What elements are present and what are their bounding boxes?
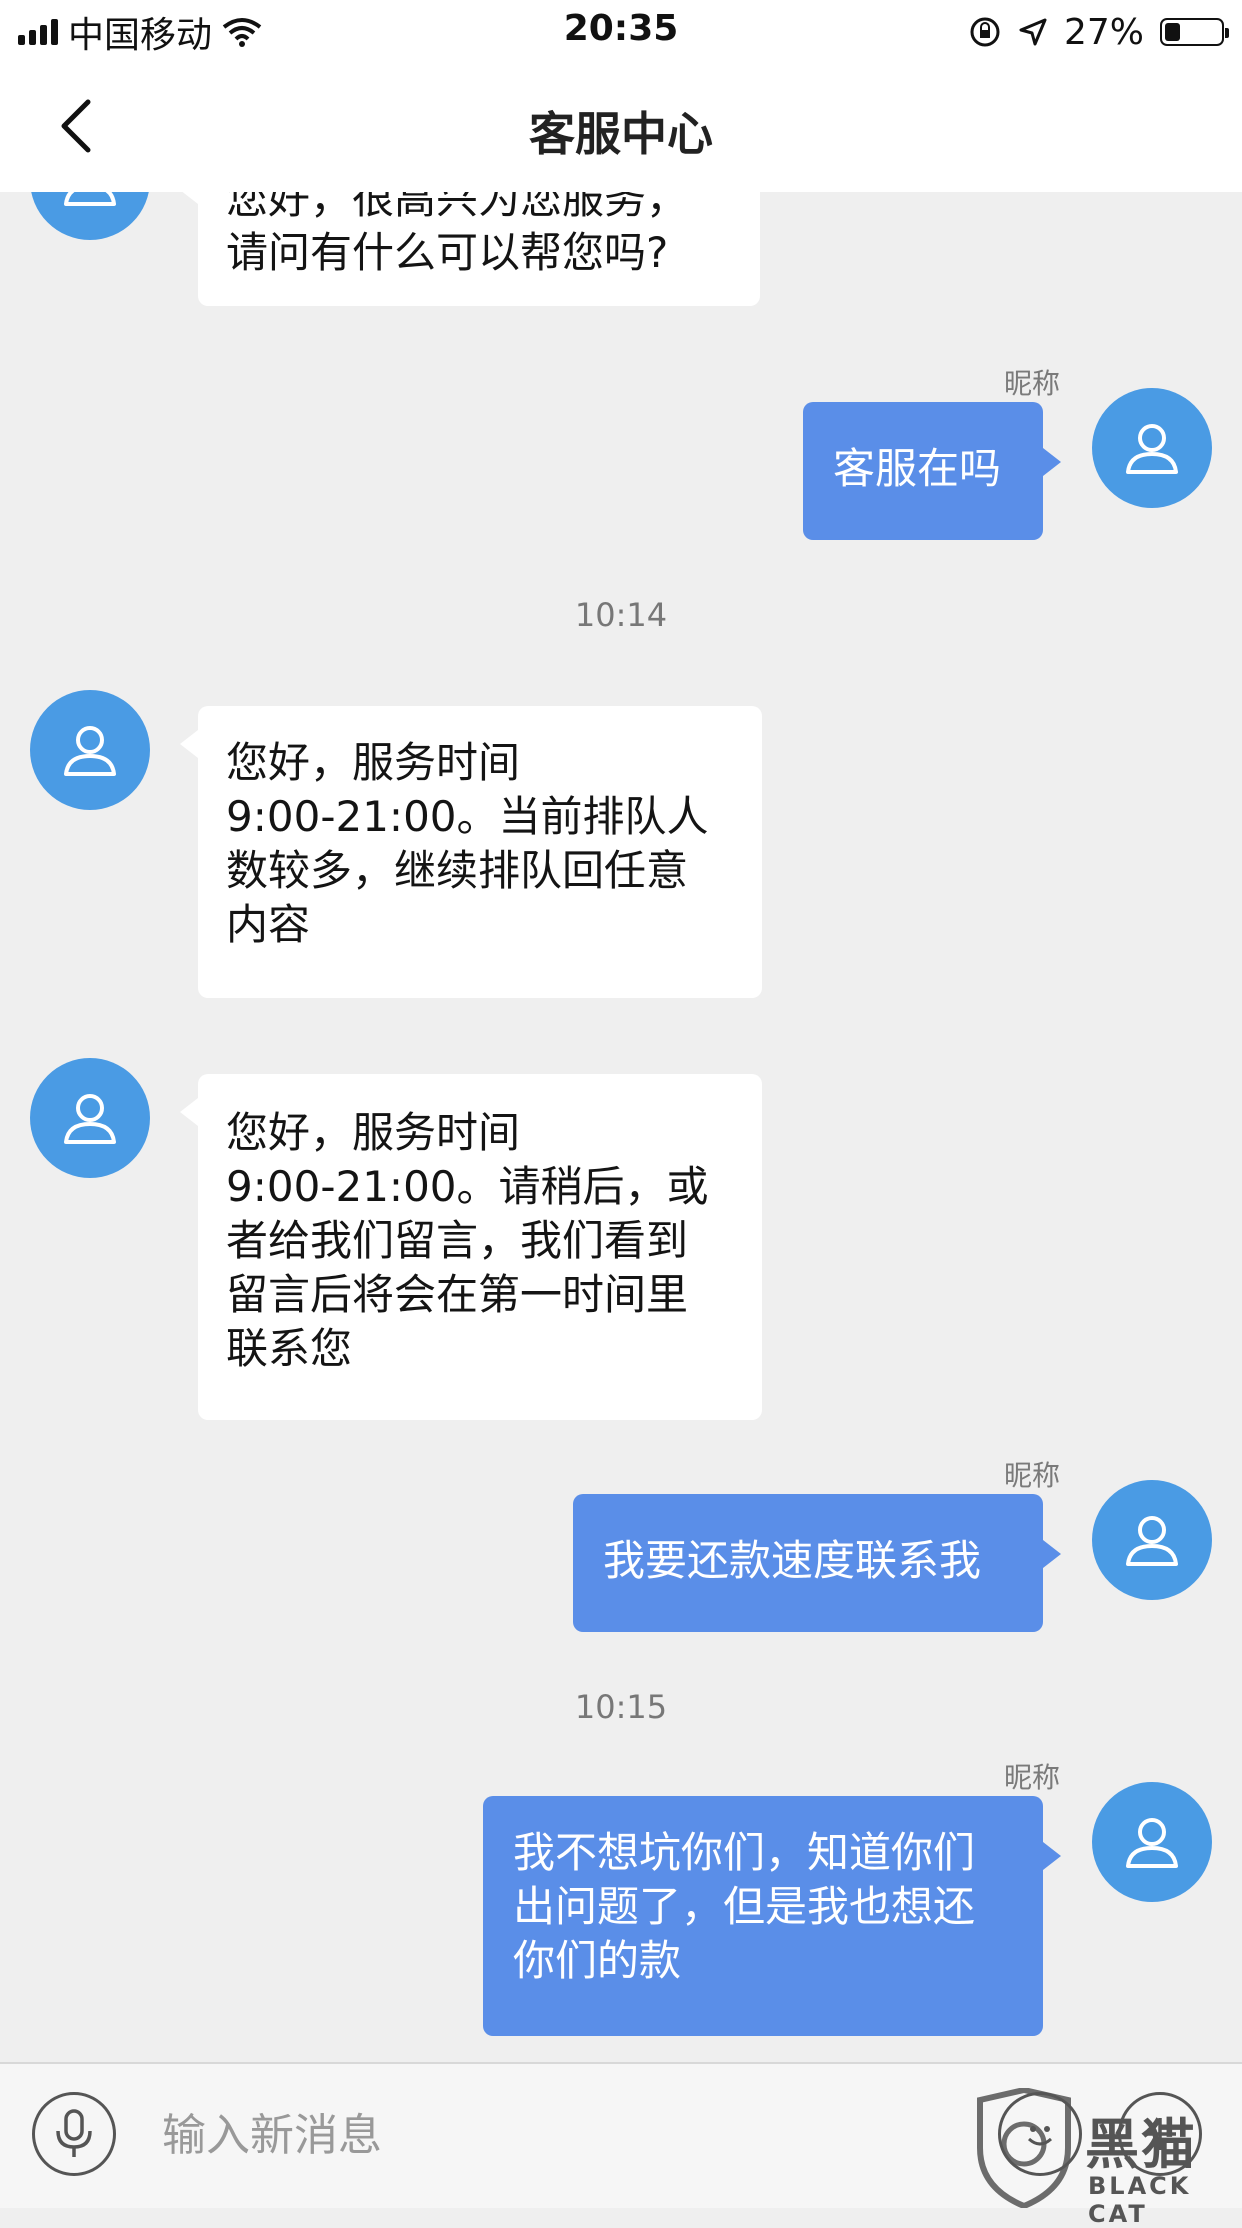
sender-nickname: 昵称	[1003, 1459, 1060, 1492]
message-text: 您好，服务时间 9:00-21:00。请稍后，或 者给我们留言，我们看到 留言后…	[226, 1108, 709, 1373]
message-bubble-outgoing[interactable]: 我要还款速度联系我	[573, 1494, 1061, 1632]
user-avatar[interactable]	[1092, 388, 1212, 508]
timestamp: 10:14	[574, 596, 668, 634]
message-bubble-incoming[interactable]: 您好，服务时间 9:00-21:00。请稍后，或 者给我们留言，我们看到 留言后…	[180, 1074, 762, 1420]
chat-list[interactable]: 您好，很高兴为您服务， 请问有什么可以帮您吗? 昵称 客服在吗 10:14 您好…	[0, 192, 1242, 2062]
location-icon	[1019, 18, 1047, 46]
message-text: 您好，很高兴为您服务， 请问有什么可以帮您吗?	[226, 192, 689, 277]
agent-avatar[interactable]	[30, 690, 150, 810]
sender-nickname: 昵称	[1003, 367, 1060, 400]
user-avatar-icon	[1126, 424, 1178, 474]
timestamp: 10:15	[574, 1688, 668, 1726]
user-avatar-icon	[64, 1094, 116, 1144]
message-bubble-outgoing[interactable]: 我不想坑你们，知道你们 出问题了，但是我也想还 你们的款	[483, 1796, 1061, 2036]
microphone-icon	[56, 2109, 92, 2157]
user-avatar-icon	[64, 726, 116, 776]
agent-avatar[interactable]	[30, 1058, 150, 1178]
orientation-lock-icon	[970, 17, 1000, 47]
page-title: 客服中心	[529, 107, 713, 161]
sender-nickname: 昵称	[1003, 1761, 1060, 1794]
message-bubble-incoming[interactable]: 您好，很高兴为您服务， 请问有什么可以帮您吗?	[180, 192, 760, 306]
user-avatar[interactable]	[1092, 1782, 1212, 1902]
message-bubble-incoming[interactable]: 您好，服务时间 9:00-21:00。当前排队人 数较多，继续排队回任意 内容	[180, 706, 762, 998]
message-bubble-outgoing[interactable]: 客服在吗	[803, 402, 1061, 540]
message-text: 客服在吗	[833, 444, 1002, 493]
voice-button[interactable]	[32, 2092, 116, 2176]
watermark-subtext: BLACK CAT	[1088, 2172, 1192, 2228]
battery-percent: 27%	[1063, 11, 1144, 53]
user-avatar[interactable]	[1092, 1480, 1212, 1600]
status-bar: 中国移动 20:35 27%	[0, 0, 1242, 62]
status-right: 27%	[968, 10, 1229, 54]
message-text: 您好，服务时间 9:00-21:00。当前排队人 数较多，继续排队回任意 内容	[226, 738, 709, 949]
watermark-text: 黑猫	[1085, 2113, 1197, 2176]
user-avatar-icon	[1126, 1516, 1178, 1566]
user-avatar-icon	[1126, 1818, 1178, 1868]
agent-avatar[interactable]	[30, 192, 150, 240]
message-text: 我不想坑你们，知道你们 出问题了，但是我也想还 你们的款	[513, 1828, 976, 1985]
message-text: 我要还款速度联系我	[603, 1536, 982, 1585]
message-input[interactable]	[160, 2088, 904, 2182]
nav-bar: 客服中心	[0, 62, 1242, 192]
user-avatar-icon	[64, 192, 116, 206]
battery-icon	[1160, 18, 1229, 46]
